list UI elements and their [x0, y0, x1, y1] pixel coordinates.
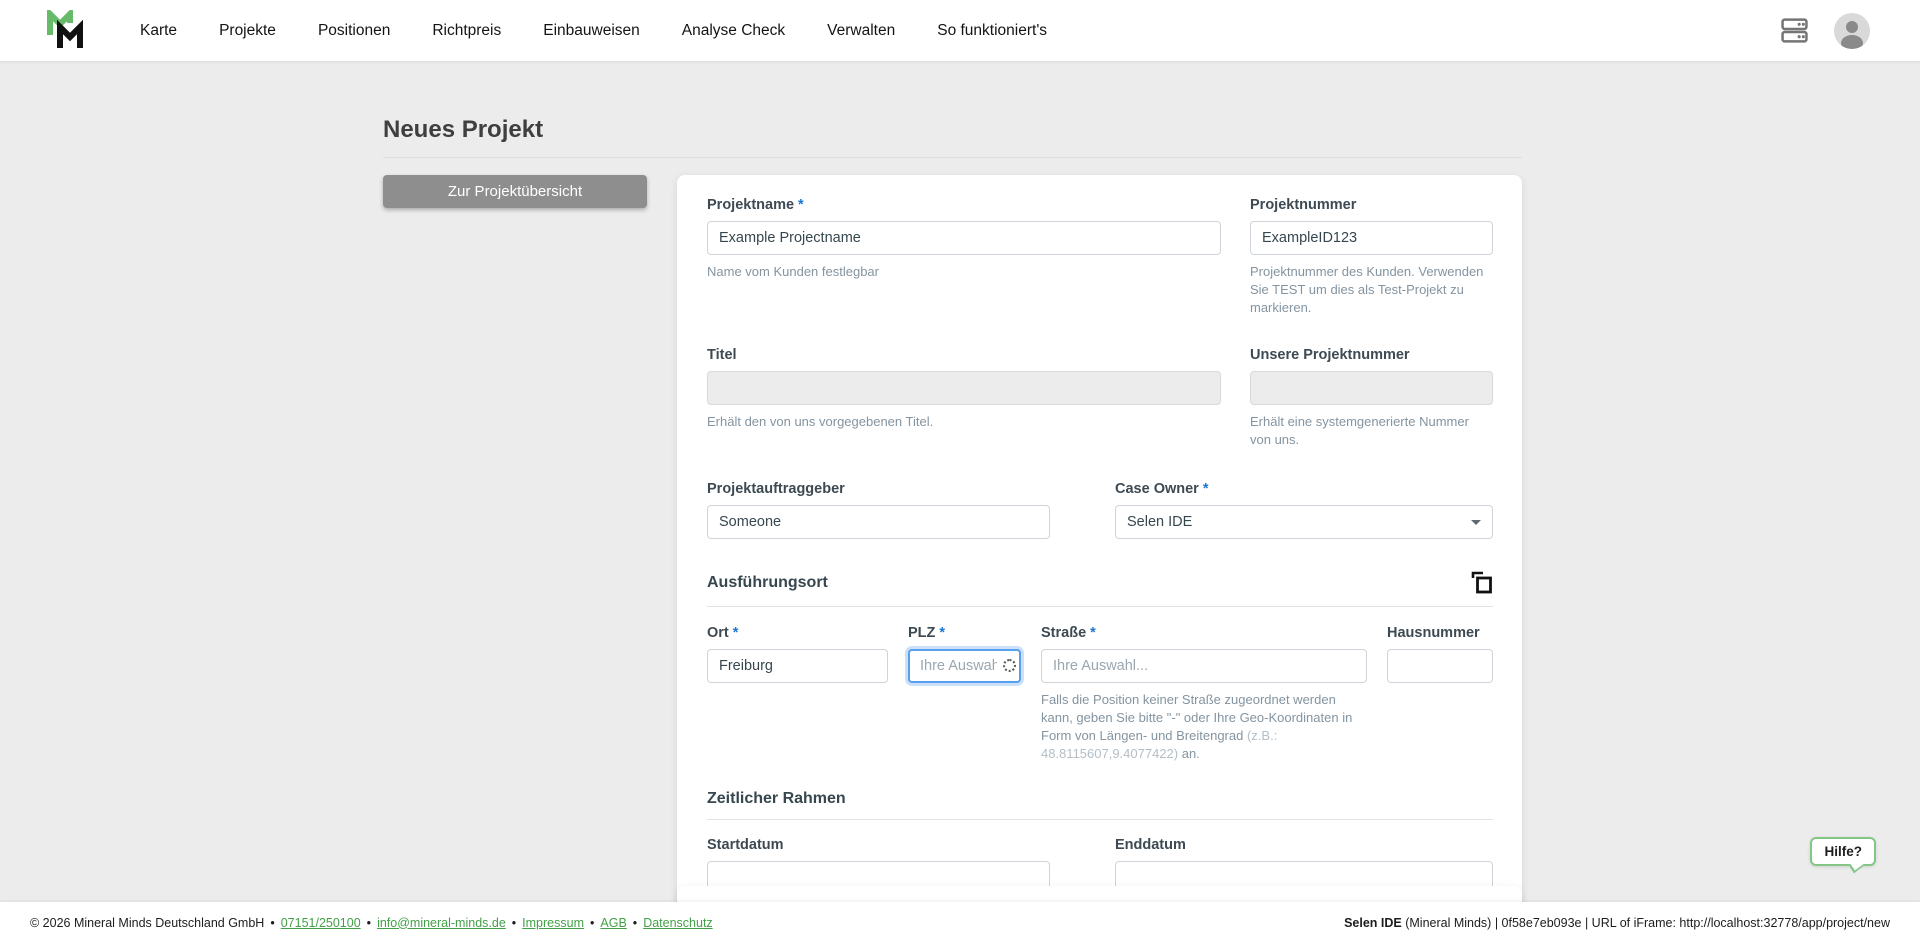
help-button[interactable]: Hilfe?	[1810, 837, 1876, 874]
plz-label: PLZ	[908, 624, 936, 641]
unsere-projektnummer-input	[1250, 370, 1493, 405]
required-asterisk: *	[1202, 480, 1209, 497]
projektname-input[interactable]	[707, 221, 1221, 255]
footer-separator: •	[590, 915, 595, 930]
projektauftraggeber-label: Projektauftraggeber	[707, 480, 845, 497]
projektnummer-label: Projektnummer	[1250, 197, 1357, 213]
section-divider	[707, 819, 1493, 821]
field-titel: Titel Erhält den von uns vorgegebenen Ti…	[707, 347, 1221, 449]
nav-item-so-funktionierts[interactable]: So funktioniert's	[937, 22, 1047, 40]
projektname-label: Projektname	[707, 197, 795, 213]
case-owner-selected-value: Selen IDE	[1127, 513, 1193, 530]
case-owner-label: Case Owner	[1115, 480, 1199, 497]
required-asterisk: *	[939, 624, 946, 641]
user-avatar-icon[interactable]	[1834, 12, 1870, 49]
footer-link-agb[interactable]: AGB	[600, 916, 626, 930]
strasse-label: Straße	[1041, 624, 1087, 641]
ort-input[interactable]	[707, 648, 888, 683]
footer-link-datenschutz[interactable]: Datenschutz	[643, 916, 712, 930]
footer-link-email[interactable]: info@mineral-minds.de	[377, 916, 506, 930]
projektnummer-helper: Projektnummer des Kunden. Verwenden Sie …	[1250, 264, 1484, 315]
footer-link-impressum[interactable]: Impressum	[522, 916, 584, 930]
footer-left: © 2026 Mineral Minds Deutschland GmbH • …	[30, 916, 713, 930]
footer-link-phone[interactable]: 07151/250100	[281, 916, 361, 930]
help-label: Hilfe?	[1824, 844, 1862, 859]
nav-item-analyse-check[interactable]: Analyse Check	[682, 22, 785, 40]
field-case-owner: Case Owner * Selen IDE	[1115, 481, 1493, 539]
titel-helper: Erhält den von uns vorgegebenen Titel.	[707, 413, 934, 429]
section-zeitlicher-rahmen: Zeitlicher Rahmen Startdatum Enddatum	[707, 790, 1493, 896]
ausfuehrungsort-title: Ausführungsort	[707, 573, 828, 591]
enddatum-label: Enddatum	[1115, 837, 1186, 854]
projektname-helper: Name vom Kunden festlegbar	[707, 264, 879, 279]
help-bubble-tail	[1848, 857, 1865, 874]
footer-separator: •	[632, 915, 638, 930]
required-asterisk: *	[1090, 624, 1096, 641]
title-divider	[383, 157, 1522, 158]
field-plz: PLZ *	[908, 625, 1021, 763]
field-hausnummer: Hausnummer	[1387, 625, 1493, 763]
footer-separator: •	[511, 915, 517, 930]
field-ort: Ort *	[707, 625, 888, 763]
titel-label: Titel	[707, 346, 737, 363]
field-projektnummer: Projektnummer Projektnummer des Kunden. …	[1250, 197, 1493, 317]
footer-separator: •	[366, 915, 372, 930]
strasse-helper-suffix: an.	[1178, 745, 1200, 761]
session-details: (Mineral Minds) | 0f58e7eb093e | URL of …	[1401, 915, 1890, 930]
new-project-form-card: Projektname* Name vom Kunden festlegbar …	[677, 175, 1522, 920]
top-navbar: Karte Projekte Positionen Richtpreis Ein…	[0, 0, 1920, 61]
footer-separator: •	[270, 915, 275, 930]
server-icon[interactable]	[1781, 17, 1808, 44]
field-unsere-projektnummer: Unsere Projektnummer Erhält eine systemg…	[1250, 347, 1493, 449]
mineral-minds-logo-icon[interactable]	[46, 6, 88, 52]
field-projektname: Projektname* Name vom Kunden festlegbar	[707, 197, 1221, 317]
main-content: Neues Projekt Zur Projektübersicht Proje…	[383, 61, 1522, 920]
copy-icon	[1471, 571, 1493, 598]
session-user: Selen IDE	[1344, 915, 1402, 930]
field-projektauftraggeber: Projektauftraggeber	[707, 481, 1050, 539]
section-ausfuehrungsort: Ausführungsort Ort * Freiburg PLZ * Ihre…	[707, 571, 1493, 763]
nav-item-positionen[interactable]: Positionen	[318, 22, 390, 40]
hausnummer-label: Hausnummer	[1387, 624, 1480, 641]
strasse-helper: Falls die Position keiner Straße zugeord…	[1041, 691, 1367, 763]
case-owner-select[interactable]: Selen IDE	[1115, 504, 1493, 539]
footer-session-info: Selen IDE (Mineral Minds) | 0f58e7eb093e…	[1344, 916, 1890, 930]
projektnummer-input[interactable]	[1250, 221, 1493, 255]
unsere-projektnummer-helper: Erhält eine systemgenerierte Nummer von …	[1250, 413, 1469, 447]
copyright-text: © 2026 Mineral Minds Deutschland GmbH	[30, 915, 265, 930]
projektauftraggeber-input[interactable]	[707, 504, 1050, 539]
titel-input	[707, 370, 1221, 405]
required-asterisk: *	[732, 624, 739, 641]
zeitlicher-rahmen-title: Zeitlicher Rahmen	[707, 790, 846, 808]
strasse-helper-text: Falls die Position keiner Straße zugeord…	[1041, 691, 1353, 743]
section-divider	[707, 605, 1493, 607]
copy-address-button[interactable]	[1471, 571, 1493, 595]
hausnummer-input[interactable]	[1387, 648, 1493, 683]
page-title: Neues Projekt	[383, 116, 544, 143]
startdatum-label: Startdatum	[707, 837, 784, 854]
ort-label: Ort	[707, 624, 729, 641]
nav-item-richtpreis[interactable]: Richtpreis	[432, 22, 501, 40]
page-footer: © 2026 Mineral Minds Deutschland GmbH • …	[0, 902, 1920, 943]
nav-item-karte[interactable]: Karte	[140, 22, 177, 40]
nav-item-einbauweisen[interactable]: Einbauweisen	[543, 22, 640, 40]
project-overview-button[interactable]: Zur Projektübersicht	[383, 175, 647, 208]
nav-item-projekte[interactable]: Projekte	[219, 22, 276, 40]
main-navigation: Karte Projekte Positionen Richtpreis Ein…	[140, 22, 1047, 40]
strasse-input[interactable]	[1041, 648, 1367, 683]
loading-spinner-icon	[1003, 658, 1016, 672]
field-strasse: Straße* Falls die Position keiner Straße…	[1041, 625, 1367, 763]
chevron-down-icon	[1471, 519, 1481, 525]
required-asterisk: *	[798, 197, 804, 213]
nav-item-verwalten[interactable]: Verwalten	[827, 22, 895, 40]
unsere-projektnummer-label: Unsere Projektnummer	[1250, 346, 1410, 363]
